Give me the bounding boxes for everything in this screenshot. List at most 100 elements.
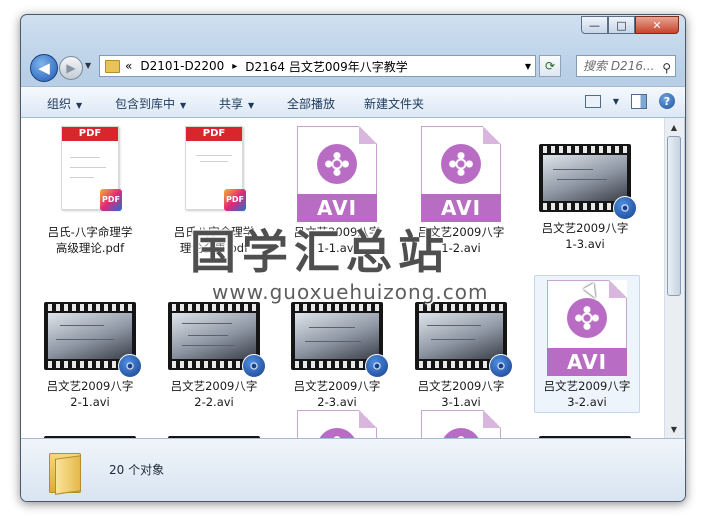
file-name-line2: 3-1.avi [441,395,481,409]
caption-buttons: — □ ✕ [581,16,679,34]
vertical-scrollbar[interactable]: ▲ ▼ [664,118,684,438]
file-item[interactable] [533,424,637,438]
include-library-label: 包含到库中 [115,97,176,111]
file-item[interactable]: 吕文艺2009八字 1-3.avi [533,126,637,252]
file-item[interactable]: PDF PDF 吕氏-八字命理学 高级理论.pdf [38,126,142,256]
film-reel-icon [317,144,357,184]
address-bar[interactable]: « D2101-D2200 ▸ D2164 吕文艺009年八字教学 ▼ [99,55,536,77]
file-name-line1: 吕氏-八字命理学 [47,225,133,239]
scroll-up-button[interactable]: ▲ [667,120,681,134]
forward-button[interactable]: ▶ [59,56,83,80]
breadcrumb-separator[interactable]: ▸ [232,61,237,72]
file-name-line1: 吕文艺2009八字 [170,379,258,393]
file-item[interactable]: PDF PDF 吕氏八字命理学 理论全集.pdf [162,126,266,256]
pdf-band: PDF [186,127,242,141]
view-controls: ▼ ? [584,93,675,109]
film-reel-icon [441,144,481,184]
pdf-file-icon: PDF PDF [185,126,246,211]
media-player-icon [242,354,266,378]
video-thumbnail [44,302,142,378]
file-item[interactable] [38,424,142,438]
video-thumbnail [168,302,266,378]
avi-file-icon [297,410,377,438]
avi-band: AVI [297,194,377,222]
file-name-line1: 吕文艺2009八字 [293,379,381,393]
media-player-icon [613,196,637,220]
file-name-line1: 吕文艺2009八字 [417,225,505,239]
film-reel-icon [567,298,607,338]
video-thumbnail [291,302,389,378]
address-dropdown[interactable]: ▼ [525,62,531,71]
file-name-line2: 2-3.avi [317,395,357,409]
avi-band: AVI [421,194,501,222]
search-input[interactable]: 搜索 D216... ⚲ [576,55,676,77]
pdf-file-icon: PDF PDF [61,126,122,211]
file-item[interactable] [409,410,513,438]
recent-pages-dropdown[interactable]: ▼ [85,61,91,70]
explorer-window: — □ ✕ ◀ ▶ ▼ « D2101-D2200 ▸ D2164 吕文艺009… [20,14,686,502]
navigation-bar: ◀ ▶ ▼ « D2101-D2200 ▸ D2164 吕文艺009年八字教学 … [21,51,685,82]
command-bar: 组织 ▼ 包含到库中 ▼ 共享 ▼ 全部播放 新建文件夹 ▼ ? [21,86,685,118]
file-item[interactable]: 吕文艺2009八字 2-2.avi [162,290,266,410]
file-name-line2: 2-1.avi [70,395,110,409]
details-pane: 20 个对象 [21,438,685,501]
close-button[interactable]: ✕ [635,16,679,34]
file-name-line2: 1-2.avi [441,241,481,255]
file-name-line1: 吕文艺2009八字 [293,225,381,239]
search-placeholder: 搜索 D216... [583,59,655,73]
media-player-icon [489,354,513,378]
chevron-down-icon: ▼ [180,101,187,110]
file-name-line2: 1-1.avi [317,241,357,255]
share-label: 共享 [219,97,244,111]
folder-icon [49,449,85,495]
file-name-line2: 理论全集.pdf [179,241,249,255]
file-name-line1: 吕氏八字命理学 [173,225,255,239]
pdf-badge-icon: PDF [100,189,122,211]
help-icon[interactable]: ? [659,93,675,109]
address-overflow[interactable]: « [125,59,132,73]
media-player-icon [118,354,142,378]
file-item[interactable] [285,410,389,438]
organize-menu[interactable]: 组织 ▼ [47,95,82,112]
back-button[interactable]: ◀ [30,54,58,82]
breadcrumb-current[interactable]: D2164 吕文艺009年八字教学 [245,58,408,75]
organize-label: 组织 [47,97,72,111]
file-item[interactable]: AVI 吕文艺2009八字 1-1.avi [285,126,389,256]
new-folder-button[interactable]: 新建文件夹 [364,95,424,112]
refresh-button[interactable]: ⟳ [539,55,561,77]
file-name-line1: 吕文艺2009八字 [541,221,629,235]
file-name-line2: 高级理论.pdf [55,241,125,255]
avi-file-icon: AVI [421,126,501,222]
file-item[interactable] [162,424,266,438]
file-list: PDF PDF 吕氏-八字命理学 高级理论.pdf PDF PDF 吕氏八字命理… [21,118,664,438]
chevron-down-icon: ▼ [248,101,255,110]
file-name-line1: 吕文艺2009八字 [46,379,134,393]
file-item[interactable]: 吕文艺2009八字 2-1.avi [38,290,142,410]
media-player-icon [365,354,389,378]
search-icon[interactable]: ⚲ [662,58,671,78]
play-all-button[interactable]: 全部播放 [287,95,335,112]
item-count: 20 个对象 [109,463,165,477]
maximize-button[interactable]: □ [608,16,635,34]
pdf-band: PDF [62,127,118,141]
file-item[interactable]: 吕文艺2009八字 2-3.avi [285,290,389,410]
file-name-line2: 3-2.avi [567,395,607,409]
minimize-button[interactable]: — [581,16,608,34]
share-menu[interactable]: 共享 ▼ [219,95,254,112]
chevron-down-icon: ▼ [76,101,83,110]
file-name-line2: 2-2.avi [194,395,234,409]
view-options-dropdown[interactable]: ▼ [613,97,619,106]
preview-pane-icon[interactable] [631,93,647,109]
change-view-icon[interactable] [584,94,601,108]
file-item[interactable]: 吕文艺2009八字 3-1.avi [409,290,513,410]
include-in-library-menu[interactable]: 包含到库中 ▼ [115,95,186,112]
scroll-thumb[interactable] [667,136,681,296]
breadcrumb-d2101[interactable]: D2101-D2200 [140,59,224,73]
avi-file-icon: AVI [297,126,377,222]
avi-band: AVI [547,348,627,376]
scroll-down-button[interactable]: ▼ [667,422,681,436]
file-name-line1: 吕文艺2009八字 [417,379,505,393]
video-thumbnail [539,144,637,220]
file-item[interactable]: AVI 吕文艺2009八字 1-2.avi [409,126,513,256]
file-name-line1: 吕文艺2009八字 [543,379,631,393]
